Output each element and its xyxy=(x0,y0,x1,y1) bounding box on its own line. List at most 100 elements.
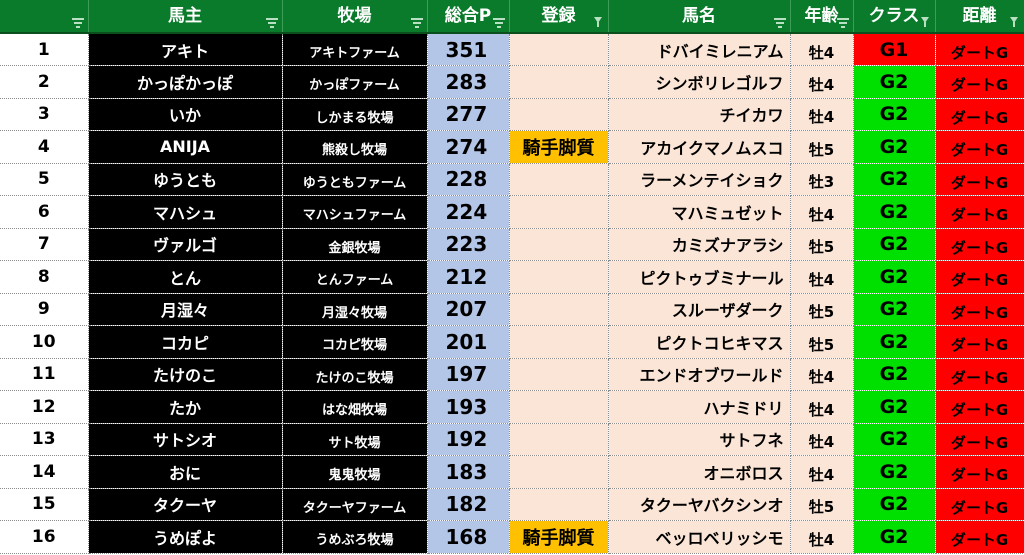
cell-ranch[interactable]: ゆうともファーム xyxy=(282,163,428,196)
cell-ranch[interactable]: マハシュファーム xyxy=(282,195,428,229)
cell-registration[interactable] xyxy=(509,33,609,66)
cell-rank[interactable]: 15 xyxy=(0,488,89,521)
cell-owner[interactable]: コカピ xyxy=(88,325,283,359)
cell-points[interactable]: 207 xyxy=(427,293,510,326)
cell-class[interactable]: G2 xyxy=(853,423,936,456)
cell-registration[interactable] xyxy=(509,358,609,391)
cell-distance[interactable]: ダートG xyxy=(935,260,1024,294)
cell-class[interactable]: G2 xyxy=(853,520,936,554)
cell-horse[interactable]: カミズナアラシ xyxy=(608,228,791,261)
filter-active-icon[interactable] xyxy=(1008,17,1020,27)
cell-class[interactable]: G2 xyxy=(853,358,936,391)
cell-horse[interactable]: サトフネ xyxy=(608,423,791,456)
cell-owner[interactable]: いか xyxy=(88,98,283,131)
cell-rank[interactable]: 5 xyxy=(0,163,89,196)
cell-rank[interactable]: 2 xyxy=(0,65,89,99)
cell-points[interactable]: 183 xyxy=(427,455,510,489)
cell-owner[interactable]: かっぽかっぽ xyxy=(88,65,283,99)
cell-age[interactable]: 牡4 xyxy=(790,520,854,554)
cell-ranch[interactable]: とんファーム xyxy=(282,260,428,294)
cell-class[interactable]: G2 xyxy=(853,163,936,196)
cell-horse[interactable]: オニボロス xyxy=(608,455,791,489)
cell-registration[interactable] xyxy=(509,455,609,489)
cell-horse[interactable]: マハミュゼット xyxy=(608,195,791,229)
filter-active-icon[interactable] xyxy=(919,17,931,27)
cell-ranch[interactable]: タクーヤファーム xyxy=(282,488,428,521)
cell-points[interactable]: 197 xyxy=(427,358,510,391)
cell-class[interactable]: G2 xyxy=(853,455,936,489)
cell-ranch[interactable]: 金銀牧場 xyxy=(282,228,428,261)
cell-age[interactable]: 牡4 xyxy=(790,33,854,66)
cell-rank[interactable]: 9 xyxy=(0,293,89,326)
cell-points[interactable]: 168 xyxy=(427,520,510,554)
cell-distance[interactable]: ダートG xyxy=(935,358,1024,391)
cell-rank[interactable]: 14 xyxy=(0,455,89,489)
cell-horse[interactable]: チイカワ xyxy=(608,98,791,131)
cell-points[interactable]: 274 xyxy=(427,130,510,164)
cell-ranch[interactable]: サト牧場 xyxy=(282,423,428,456)
cell-ranch[interactable]: しかまる牧場 xyxy=(282,98,428,131)
cell-rank[interactable]: 13 xyxy=(0,423,89,456)
cell-owner[interactable]: たけのこ xyxy=(88,358,283,391)
cell-ranch[interactable]: かっぽファーム xyxy=(282,65,428,99)
cell-registration[interactable] xyxy=(509,325,609,359)
cell-rank[interactable]: 10 xyxy=(0,325,89,359)
cell-ranch[interactable]: 月湿々牧場 xyxy=(282,293,428,326)
cell-age[interactable]: 牡3 xyxy=(790,163,854,196)
cell-horse[interactable]: エンドオブワールド xyxy=(608,358,791,391)
cell-age[interactable]: 牡5 xyxy=(790,293,854,326)
cell-horse[interactable]: ハナミドリ xyxy=(608,390,791,424)
cell-distance[interactable]: ダートG xyxy=(935,325,1024,359)
cell-owner[interactable]: たか xyxy=(88,390,283,424)
cell-points[interactable]: 193 xyxy=(427,390,510,424)
cell-rank[interactable]: 1 xyxy=(0,33,89,66)
cell-horse[interactable]: ドバイミレニアム xyxy=(608,33,791,66)
cell-registration[interactable] xyxy=(509,65,609,99)
cell-points[interactable]: 223 xyxy=(427,228,510,261)
cell-points[interactable]: 201 xyxy=(427,325,510,359)
cell-owner[interactable]: アキト xyxy=(88,33,283,66)
cell-registration[interactable]: 騎手脚質 xyxy=(509,520,609,554)
cell-distance[interactable]: ダートG xyxy=(935,98,1024,131)
cell-class[interactable]: G1 xyxy=(853,33,936,66)
cell-ranch[interactable]: うめぶろ牧場 xyxy=(282,520,428,554)
cell-age[interactable]: 牡5 xyxy=(790,325,854,359)
cell-distance[interactable]: ダートG xyxy=(935,195,1024,229)
cell-owner[interactable]: ANIJA xyxy=(88,130,283,164)
cell-distance[interactable]: ダートG xyxy=(935,130,1024,164)
filter-dropdown-icon[interactable] xyxy=(492,17,505,28)
cell-class[interactable]: G2 xyxy=(853,195,936,229)
cell-registration[interactable] xyxy=(509,423,609,456)
cell-points[interactable]: 212 xyxy=(427,260,510,294)
cell-age[interactable]: 牡5 xyxy=(790,488,854,521)
cell-class[interactable]: G2 xyxy=(853,260,936,294)
cell-horse[interactable]: ラーメンテイショク xyxy=(608,163,791,196)
cell-distance[interactable]: ダートG xyxy=(935,65,1024,99)
cell-class[interactable]: G2 xyxy=(853,65,936,99)
cell-age[interactable]: 牡4 xyxy=(790,455,854,489)
cell-horse[interactable]: ピクトゥブミナール xyxy=(608,260,791,294)
cell-distance[interactable]: ダートG xyxy=(935,423,1024,456)
cell-horse[interactable]: スルーザダーク xyxy=(608,293,791,326)
cell-distance[interactable]: ダートG xyxy=(935,33,1024,66)
cell-registration[interactable] xyxy=(509,293,609,326)
cell-horse[interactable]: ピクトコヒキマス xyxy=(608,325,791,359)
cell-owner[interactable]: 月湿々 xyxy=(88,293,283,326)
cell-rank[interactable]: 6 xyxy=(0,195,89,229)
cell-ranch[interactable]: 鬼鬼牧場 xyxy=(282,455,428,489)
cell-age[interactable]: 牡4 xyxy=(790,390,854,424)
cell-distance[interactable]: ダートG xyxy=(935,488,1024,521)
cell-class[interactable]: G2 xyxy=(853,390,936,424)
cell-ranch[interactable]: アキトファーム xyxy=(282,33,428,66)
cell-horse[interactable]: タクーヤバクシンオ xyxy=(608,488,791,521)
cell-registration[interactable] xyxy=(509,163,609,196)
cell-registration[interactable] xyxy=(509,260,609,294)
cell-points[interactable]: 351 xyxy=(427,33,510,66)
cell-registration[interactable] xyxy=(509,98,609,131)
cell-class[interactable]: G2 xyxy=(853,488,936,521)
cell-distance[interactable]: ダートG xyxy=(935,520,1024,554)
cell-rank[interactable]: 16 xyxy=(0,520,89,554)
filter-dropdown-icon[interactable] xyxy=(410,17,423,28)
filter-dropdown-icon[interactable] xyxy=(265,17,278,28)
cell-ranch[interactable]: 熊殺し牧場 xyxy=(282,130,428,164)
